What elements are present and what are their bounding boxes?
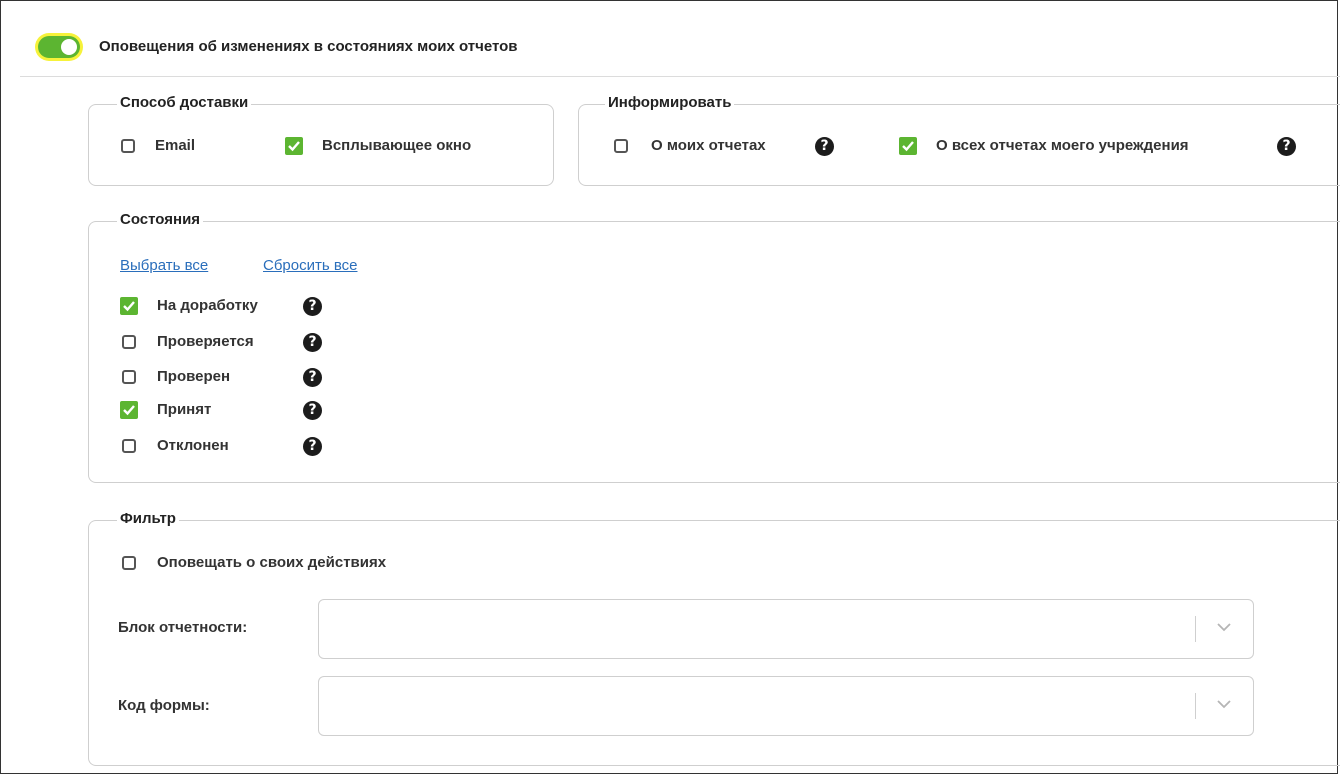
chevron-down-icon[interactable]: [1217, 623, 1231, 632]
state-label-checked: Проверен: [157, 368, 231, 385]
check-icon: [123, 405, 135, 416]
notifications-toggle[interactable]: [38, 36, 80, 58]
question-circle-icon[interactable]: ?: [303, 437, 322, 456]
email-checkbox[interactable]: [121, 139, 135, 153]
question-circle-icon[interactable]: ?: [303, 333, 322, 352]
popup-label: Всплывающее окно: [322, 137, 472, 154]
all-reports-checkbox[interactable]: [899, 137, 917, 155]
states-legend: Состояния: [117, 211, 204, 228]
email-label: Email: [155, 137, 196, 154]
report-block-select[interactable]: [318, 599, 1254, 659]
chevron-down-icon[interactable]: [1217, 700, 1231, 709]
check-icon: [123, 301, 135, 312]
state-checkbox-rework[interactable]: [120, 297, 138, 315]
toggle-knob: [61, 39, 77, 55]
inform-legend: Информировать: [605, 94, 735, 111]
reset-all-link[interactable]: Сбросить все: [263, 257, 357, 274]
state-checkbox-accepted[interactable]: [120, 401, 138, 419]
state-checkbox-rejected[interactable]: [122, 439, 136, 453]
question-circle-icon[interactable]: ?: [303, 401, 322, 420]
page-title: Оповещения об изменениях в состояниях мо…: [99, 38, 518, 55]
question-circle-icon[interactable]: ?: [303, 297, 322, 316]
all-reports-label: О всех отчетах моего учреждения: [936, 137, 1189, 154]
select-all-link[interactable]: Выбрать все: [120, 257, 208, 274]
select-separator: [1195, 616, 1196, 642]
delivery-group: Способ доставки Email Всплывающее окно: [88, 94, 554, 186]
own-actions-label: Оповещать о своих действиях: [157, 554, 387, 571]
check-icon: [902, 141, 914, 152]
state-checkbox-checking[interactable]: [122, 335, 136, 349]
my-reports-checkbox[interactable]: [614, 139, 628, 153]
question-circle-icon[interactable]: ?: [303, 368, 322, 387]
states-group: Состояния Выбрать все Сбросить все На до…: [88, 211, 1340, 483]
check-icon: [288, 141, 300, 152]
form-code-label: Код формы:: [118, 697, 210, 714]
question-circle-icon[interactable]: ?: [1277, 137, 1296, 156]
state-label-rework: На доработку: [157, 297, 258, 314]
header-divider: [20, 76, 1340, 77]
popup-checkbox[interactable]: [285, 137, 303, 155]
form-code-select[interactable]: [318, 676, 1254, 736]
inform-group: Информировать О моих отчетах ? О всех от…: [578, 94, 1340, 186]
state-label-accepted: Принят: [157, 401, 212, 418]
filter-legend: Фильтр: [117, 510, 179, 527]
select-separator: [1195, 693, 1196, 719]
state-label-rejected: Отклонен: [157, 437, 229, 454]
report-block-label: Блок отчетности:: [118, 619, 248, 636]
own-actions-checkbox[interactable]: [122, 556, 136, 570]
my-reports-label: О моих отчетах: [651, 137, 766, 154]
question-circle-icon[interactable]: ?: [815, 137, 834, 156]
delivery-legend: Способ доставки: [117, 94, 252, 111]
state-label-checking: Проверяется: [157, 333, 254, 350]
state-checkbox-checked[interactable]: [122, 370, 136, 384]
